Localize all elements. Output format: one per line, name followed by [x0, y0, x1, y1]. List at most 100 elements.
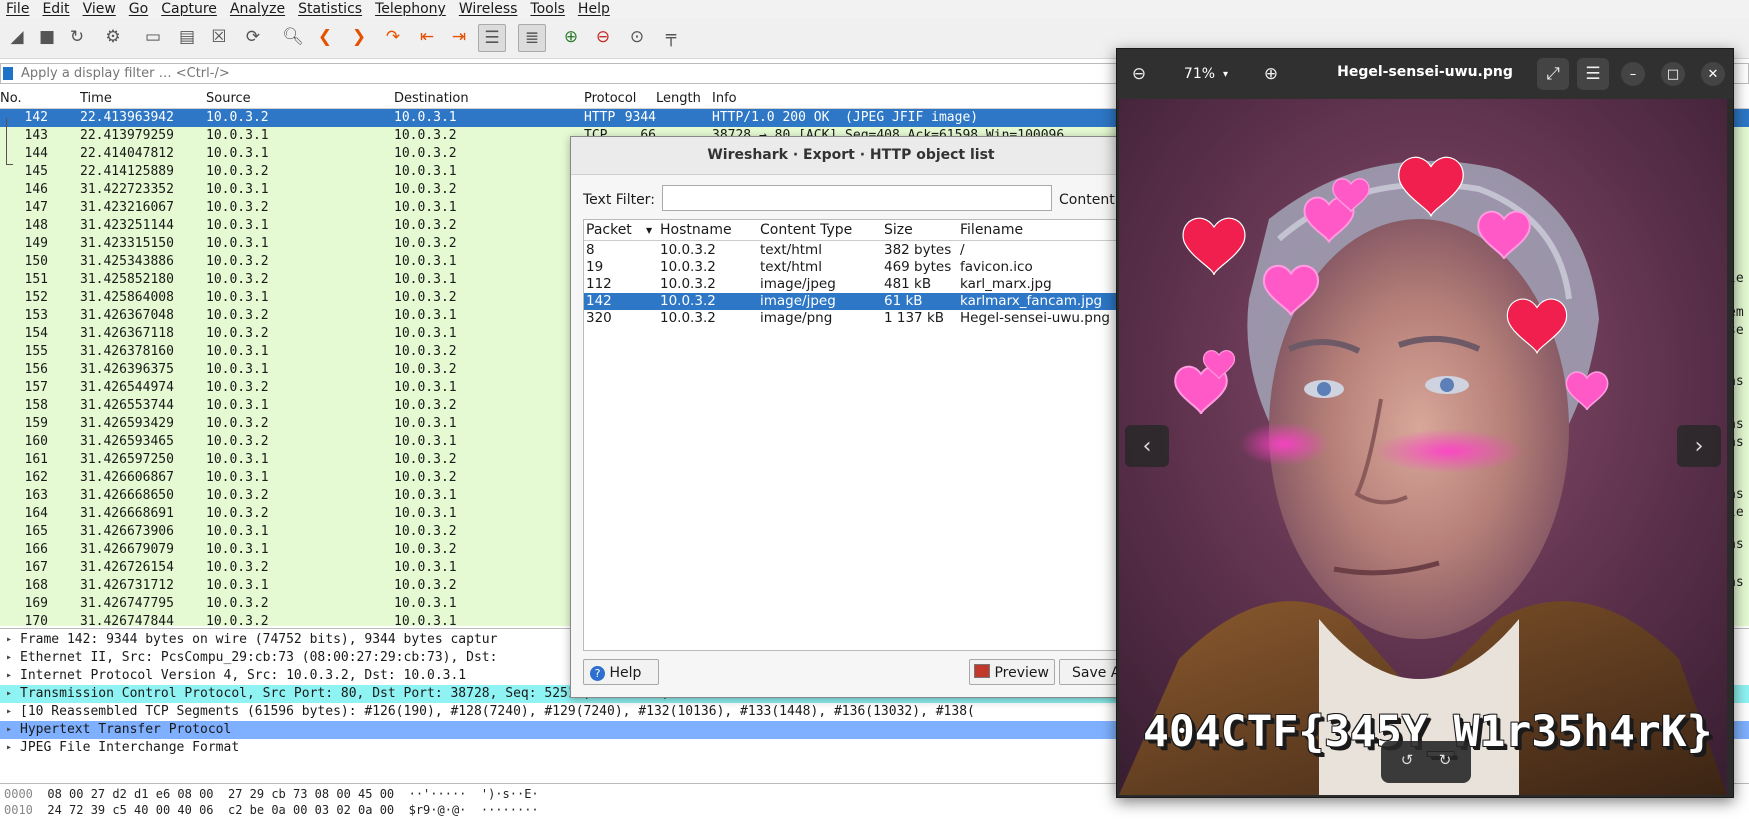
col-protocol[interactable]: Protocol — [584, 91, 636, 106]
object-cell-size: 1 137 kB — [884, 310, 945, 326]
maximize-icon[interactable]: □ — [1661, 62, 1685, 86]
packet-cell-dst: 10.0.3.2 — [394, 236, 457, 251]
packet-cell-time: 22.413963942 — [80, 110, 174, 125]
expand-arrow-icon[interactable]: ▸ — [6, 685, 12, 703]
packet-cell-dst: 10.0.3.2 — [394, 146, 457, 161]
zoom-in-icon[interactable]: ⊕ — [558, 24, 584, 50]
menu-wireless[interactable]: Wireless — [453, 1, 525, 17]
stop-capture-icon[interactable]: ■ — [34, 24, 60, 50]
object-cell-host: 10.0.3.2 — [660, 276, 716, 292]
object-cell-ctype: text/html — [760, 242, 822, 258]
menu-statistics[interactable]: Statistics — [292, 1, 369, 17]
col-length[interactable]: Length — [656, 91, 701, 106]
text-filter-input[interactable] — [662, 185, 1052, 211]
last-packet-icon[interactable]: ⇥ — [446, 24, 472, 50]
col-content-type[interactable]: Content Type — [760, 222, 852, 238]
go-back-icon[interactable]: ❮ — [312, 24, 338, 50]
normal-size-icon[interactable]: ⊙ — [624, 24, 650, 50]
menu-telephony[interactable]: Telephony — [369, 1, 453, 17]
col-destination[interactable]: Destination — [394, 91, 469, 106]
packet-cell-time: 31.426747844 — [80, 614, 174, 626]
rotate-left-icon[interactable]: ↺ — [1397, 751, 1417, 771]
restart-capture-icon[interactable]: ↻ — [64, 24, 90, 50]
capture-options-icon[interactable]: ⚙ — [100, 24, 126, 50]
display-filter-input[interactable] — [19, 65, 1023, 82]
menu-capture[interactable]: Capture — [155, 1, 224, 17]
expand-arrow-icon[interactable]: ▸ — [6, 739, 12, 757]
zoom-in-icon[interactable]: ⊕ — [1255, 58, 1287, 90]
http-object-row[interactable]: 8 10.0.3.2 text/html 382 bytes / — [584, 242, 1132, 259]
http-object-row[interactable]: 320 10.0.3.2 image/png 1 137 kB Hegel-sensei… — [584, 310, 1132, 327]
go-to-packet-icon[interactable]: ↷ — [380, 24, 406, 50]
first-packet-icon[interactable]: ⇤ — [414, 24, 440, 50]
fullscreen-icon[interactable]: ⤢ — [1537, 58, 1569, 90]
col-filename[interactable]: Filename — [960, 222, 1023, 238]
menu-file[interactable]: File — [0, 1, 36, 17]
zoom-level-dropdown[interactable]: 71% ▾ — [1163, 58, 1249, 90]
find-packet-icon[interactable]: 🔍︎ — [280, 24, 306, 50]
expand-arrow-icon[interactable]: ▸ — [6, 631, 12, 649]
col-hostname[interactable]: Hostname — [660, 222, 732, 238]
content-type-label: Content — [1059, 192, 1115, 208]
detail-label: Ethernet II, Src: PcsCompu_29:cb:73 (08:… — [20, 650, 498, 665]
minimize-icon[interactable]: – — [1621, 62, 1645, 86]
bookmark-icon[interactable] — [3, 67, 13, 80]
packet-cell-src: 10.0.3.2 — [206, 110, 269, 125]
close-icon[interactable]: ✕ — [1701, 62, 1725, 86]
http-object-row[interactable]: 19 10.0.3.2 text/html 469 bytes favicon.ico — [584, 259, 1132, 276]
object-cell-filename: karlmarx_fancam.jpg — [960, 293, 1103, 309]
object-cell-size: 469 bytes — [884, 259, 952, 275]
zoom-out-icon[interactable]: ⊖ — [590, 24, 616, 50]
packet-cell-src: 10.0.3.1 — [206, 146, 269, 161]
packet-cell-src: 10.0.3.2 — [206, 272, 269, 287]
expand-arrow-icon[interactable]: ▸ — [6, 703, 12, 721]
packet-cell-no: 161 — [24, 452, 48, 467]
http-object-row[interactable]: 142 10.0.3.2 image/jpeg 61 kB karlmarx_fanca… — [584, 293, 1132, 310]
menu-edit[interactable]: Edit — [36, 1, 76, 17]
packet-cell-time: 31.426679079 — [80, 542, 174, 557]
packet-cell-dst: 10.0.3.2 — [394, 218, 457, 233]
expand-arrow-icon[interactable]: ▸ — [6, 649, 12, 667]
resize-columns-icon[interactable]: ╤ — [658, 24, 684, 50]
preview-button[interactable]: Preview — [969, 659, 1055, 685]
related-packet-bracket — [6, 118, 13, 165]
autoscroll-icon[interactable]: ☰ — [478, 24, 506, 52]
col-time[interactable]: Time — [80, 91, 112, 106]
close-file-icon[interactable]: ☒ — [206, 24, 232, 50]
reload-file-icon[interactable]: ⟳ — [240, 24, 266, 50]
object-cell-host: 10.0.3.2 — [660, 242, 716, 258]
open-file-icon[interactable]: ▭ — [140, 24, 166, 50]
expand-arrow-icon[interactable]: ▸ — [6, 721, 12, 739]
shark-fin-start-icon[interactable]: ◢ — [4, 24, 30, 50]
go-forward-icon[interactable]: ❯ — [346, 24, 372, 50]
save-label: Save A — [1072, 665, 1121, 681]
packet-cell-no: 143 — [24, 128, 48, 143]
zoom-out-icon[interactable]: ⊖ — [1123, 58, 1155, 90]
packet-cell-dst: 10.0.3.1 — [394, 596, 457, 611]
expand-arrow-icon[interactable]: ▸ — [6, 667, 12, 685]
save-file-icon[interactable]: ▤ — [174, 24, 200, 50]
http-object-row[interactable]: 112 10.0.3.2 image/jpeg 481 kB karl_marx.jpg — [584, 276, 1132, 293]
col-source[interactable]: Source — [206, 91, 251, 106]
col-packet[interactable]: Packet — [586, 222, 632, 238]
menu-analyze[interactable]: Analyze — [224, 1, 292, 17]
help-button[interactable]: ? Help — [583, 659, 659, 685]
menu-help[interactable]: Help — [572, 1, 617, 17]
viewer-headerbar[interactable]: ⊖ 71% ▾ ⊕ Hegel-sensei-uwu.png ⤢ ☰ – □ ✕ — [1117, 49, 1733, 99]
rotate-right-icon[interactable]: ↻ — [1435, 751, 1455, 771]
packet-cell-src: 10.0.3.2 — [206, 254, 269, 269]
col-size[interactable]: Size — [884, 222, 913, 238]
main-menu-icon[interactable]: ☰ — [1577, 58, 1609, 90]
menu-view[interactable]: View — [77, 1, 123, 17]
menu-go[interactable]: Go — [123, 1, 155, 17]
dialog-titlebar[interactable]: Wireshark · Export · HTTP object list — [571, 137, 1131, 175]
menu-tools[interactable]: Tools — [524, 1, 572, 17]
col-no[interactable]: No. — [0, 91, 22, 106]
packet-cell-time: 31.423315150 — [80, 236, 174, 251]
packet-cell-time: 31.425852180 — [80, 272, 174, 287]
colorize-icon[interactable]: ≣ — [518, 24, 546, 52]
packet-cell-time: 31.426597250 — [80, 452, 174, 467]
previous-image-button[interactable]: ‹ — [1125, 425, 1169, 467]
next-image-button[interactable]: › — [1677, 425, 1721, 467]
col-info[interactable]: Info — [712, 91, 737, 106]
